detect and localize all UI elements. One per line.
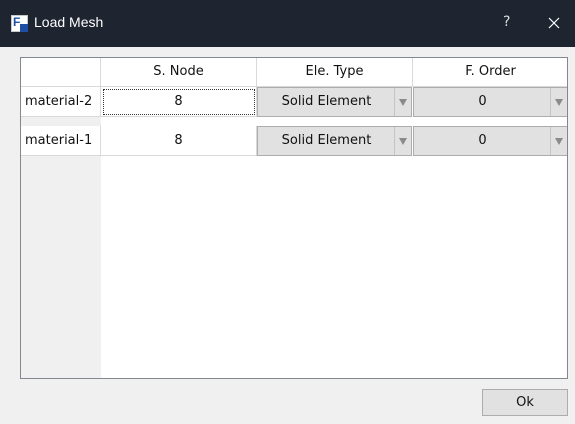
app-icon: F [11,15,28,32]
close-button[interactable] [542,11,566,35]
row-header-material-1: material-1 [21,126,101,156]
ele-type-value: Solid Element [281,133,372,148]
f-order-value: 0 [478,133,487,148]
ele-type-dropdown[interactable]: Solid Element [257,126,412,156]
s-node-cell[interactable]: 8 [101,87,257,117]
f-order-dropdown[interactable]: 0 [413,126,567,156]
dropdown-arrow[interactable] [394,127,411,155]
dropdown-arrow[interactable] [550,88,567,116]
help-button[interactable]: ? [503,14,510,30]
table-corner [21,58,101,87]
window-title: Load Mesh [34,14,104,30]
column-header-f-order: F. Order [413,58,567,87]
chevron-down-icon [555,99,563,106]
title-bar: F Load Mesh ? [0,0,575,47]
chevron-down-icon [555,138,563,145]
chevron-down-icon [399,138,407,145]
column-header-ele-type: Ele. Type [257,58,413,87]
s-node-cell[interactable]: 8 [101,126,257,156]
f-order-value: 0 [478,94,487,109]
dropdown-arrow[interactable] [550,127,567,155]
ele-type-value: Solid Element [281,94,372,109]
material-table: S. Node Ele. Type F. Order material-2 8 … [20,57,568,379]
close-icon [548,17,560,29]
chevron-down-icon [399,99,407,106]
ele-type-dropdown[interactable]: Solid Element [257,87,412,117]
column-header-s-node: S. Node [101,58,257,87]
ok-button[interactable]: Ok [482,389,568,416]
row-header-material-2: material-2 [21,87,101,117]
f-order-dropdown[interactable]: 0 [413,87,567,117]
dropdown-arrow[interactable] [394,88,411,116]
